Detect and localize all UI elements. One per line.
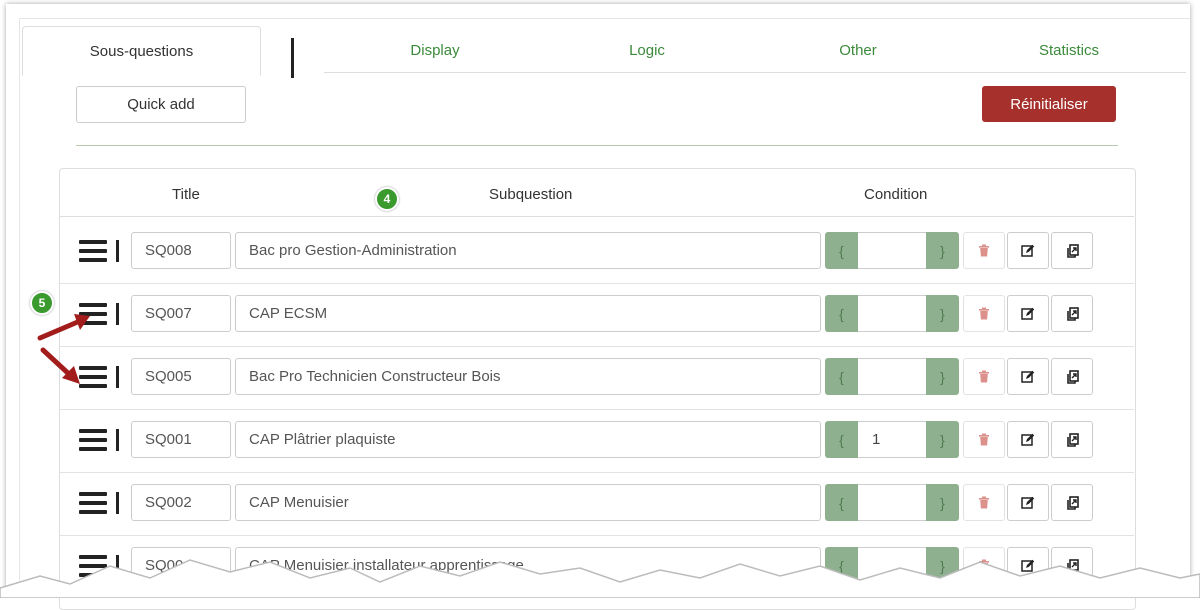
- brace-open-icon: {: [825, 421, 858, 458]
- table-row: SQ005 Bac Pro Technicien Constructeur Bo…: [60, 346, 1134, 410]
- subquestion-input[interactable]: CAP Menuisier: [235, 484, 821, 521]
- copy-button[interactable]: [1051, 421, 1093, 458]
- tab-statistics[interactable]: Statistics: [978, 26, 1160, 74]
- edit-icon: [1021, 370, 1035, 383]
- code-input[interactable]: SQ002: [131, 484, 231, 521]
- header-divider: [60, 216, 1134, 217]
- brace-open-icon: {: [825, 295, 858, 332]
- copy-button[interactable]: [1051, 295, 1093, 332]
- quick-add-button[interactable]: Quick add: [76, 86, 246, 123]
- torn-edge: [0, 559, 1200, 598]
- edit-button[interactable]: [1007, 295, 1049, 332]
- edit-icon: [1021, 433, 1035, 446]
- copy-icon: [1067, 306, 1079, 321]
- condition-input[interactable]: [858, 232, 926, 269]
- arrow-icon: [37, 314, 90, 341]
- table-row: SQ007 CAP ECSM { }: [60, 283, 1134, 347]
- brace-close-icon: }: [926, 358, 959, 395]
- table-row: SQ008 Bac pro Gestion-Administration { }: [60, 220, 1134, 284]
- brace-open-icon: {: [825, 232, 858, 269]
- condition-field[interactable]: { }: [825, 232, 959, 269]
- copy-icon: [1067, 495, 1079, 510]
- drag-separator: [116, 492, 119, 514]
- hamburger-icon[interactable]: [79, 492, 107, 514]
- brace-close-icon: }: [926, 484, 959, 521]
- edit-icon: [1021, 307, 1035, 320]
- edit-button[interactable]: [1007, 232, 1049, 269]
- brace-close-icon: }: [926, 232, 959, 269]
- tab-separator: [291, 38, 294, 78]
- trash-icon: [979, 244, 989, 257]
- subquestion-input[interactable]: CAP Plâtrier plaquiste: [235, 421, 821, 458]
- edit-button[interactable]: [1007, 421, 1049, 458]
- edit-icon: [1021, 244, 1035, 257]
- edit-button[interactable]: [1007, 484, 1049, 521]
- table-row: SQ002 CAP Menuisier { }: [60, 472, 1134, 536]
- tab-other[interactable]: Other: [767, 26, 949, 74]
- trash-icon: [979, 496, 989, 509]
- header-title: Title: [172, 186, 200, 203]
- condition-input[interactable]: [858, 484, 926, 521]
- drag-separator: [116, 240, 119, 262]
- hamburger-icon[interactable]: [79, 240, 107, 262]
- condition-field[interactable]: { }: [825, 295, 959, 332]
- copy-button[interactable]: [1051, 484, 1093, 521]
- tab-sous-questions[interactable]: Sous-questions: [22, 26, 261, 76]
- tab-logic[interactable]: Logic: [556, 26, 738, 74]
- table-row: SQ001 CAP Plâtrier plaquiste { 1 }: [60, 409, 1134, 473]
- drag-separator: [116, 366, 119, 388]
- drag-separator: [116, 303, 119, 325]
- condition-input[interactable]: 1: [858, 421, 926, 458]
- subquestion-input[interactable]: Bac pro Gestion-Administration: [235, 232, 821, 269]
- code-input[interactable]: SQ001: [131, 421, 231, 458]
- condition-input[interactable]: [858, 295, 926, 332]
- edit-icon: [1021, 496, 1035, 509]
- copy-button[interactable]: [1051, 232, 1093, 269]
- tab-display[interactable]: Display: [344, 26, 526, 74]
- copy-icon: [1067, 432, 1079, 447]
- brace-close-icon: }: [926, 295, 959, 332]
- code-input[interactable]: SQ008: [131, 232, 231, 269]
- code-input[interactable]: SQ005: [131, 358, 231, 395]
- header-condition: Condition: [864, 186, 928, 203]
- code-input[interactable]: SQ007: [131, 295, 231, 332]
- divider: [76, 145, 1118, 146]
- condition-field[interactable]: { 1 }: [825, 421, 959, 458]
- condition-field[interactable]: { }: [825, 484, 959, 521]
- arrow-icon: [40, 347, 80, 384]
- reset-button[interactable]: Réinitialiser: [982, 86, 1116, 122]
- copy-icon: [1067, 243, 1079, 258]
- delete-button[interactable]: [963, 484, 1005, 521]
- condition-field[interactable]: { }: [825, 358, 959, 395]
- copy-icon: [1067, 369, 1079, 384]
- drag-separator: [116, 429, 119, 451]
- delete-button[interactable]: [963, 421, 1005, 458]
- condition-input[interactable]: [858, 358, 926, 395]
- delete-button[interactable]: [963, 232, 1005, 269]
- brace-open-icon: {: [825, 484, 858, 521]
- subquestion-input[interactable]: Bac Pro Technicien Constructeur Bois: [235, 358, 821, 395]
- edit-button[interactable]: [1007, 358, 1049, 395]
- copy-button[interactable]: [1051, 358, 1093, 395]
- brace-close-icon: }: [926, 421, 959, 458]
- delete-button[interactable]: [963, 295, 1005, 332]
- trash-icon: [979, 433, 989, 446]
- trash-icon: [979, 307, 989, 320]
- subquestion-input[interactable]: CAP ECSM: [235, 295, 821, 332]
- callout-badge-4: 4: [375, 187, 399, 211]
- header-subquestion: Subquestion: [489, 186, 573, 203]
- delete-button[interactable]: [963, 358, 1005, 395]
- hamburger-icon[interactable]: [79, 429, 107, 451]
- trash-icon: [979, 370, 989, 383]
- brace-open-icon: {: [825, 358, 858, 395]
